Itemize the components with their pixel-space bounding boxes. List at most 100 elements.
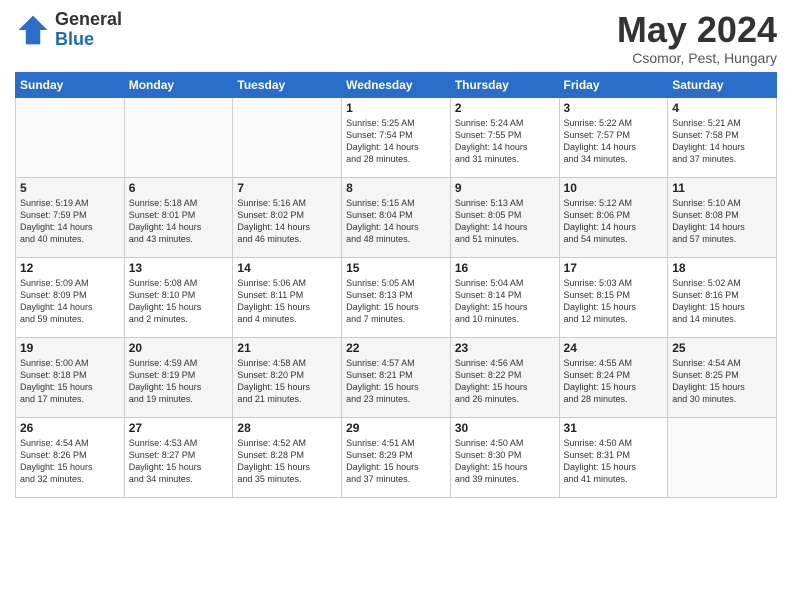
day-number: 19 [20, 341, 120, 355]
header-cell-tuesday: Tuesday [233, 72, 342, 97]
day-number: 23 [455, 341, 555, 355]
day-cell: 12 Sunrise: 5:09 AM Sunset: 8:09 PM Dayli… [16, 257, 125, 337]
day-cell: 15Sunrise: 5:05 AM Sunset: 8:13 PM Dayli… [342, 257, 451, 337]
header-cell-wednesday: Wednesday [342, 72, 451, 97]
header-cell-monday: Monday [124, 72, 233, 97]
day-cell [668, 417, 777, 497]
day-number: 3 [564, 101, 664, 115]
day-info: Sunrise: 5:10 AM Sunset: 8:08 PM Dayligh… [672, 197, 772, 246]
day-cell: 3Sunrise: 5:22 AM Sunset: 7:57 PM Daylig… [559, 97, 668, 177]
logo-general-text: General [55, 10, 122, 30]
day-number: 16 [455, 261, 555, 275]
day-cell: 9 Sunrise: 5:13 AM Sunset: 8:05 PM Daylig… [450, 177, 559, 257]
day-info: Sunrise: 5:16 AM Sunset: 8:02 PM Dayligh… [237, 197, 337, 246]
day-cell: 2 Sunrise: 5:24 AM Sunset: 7:55 PM Daylig… [450, 97, 559, 177]
day-cell: 16 Sunrise: 5:04 AM Sunset: 8:14 PM Dayli… [450, 257, 559, 337]
day-number: 29 [346, 421, 446, 435]
day-cell: 6 Sunrise: 5:18 AM Sunset: 8:01 PM Daylig… [124, 177, 233, 257]
day-info: Sunrise: 4:59 AM Sunset: 8:19 PM Dayligh… [129, 357, 229, 406]
day-cell [124, 97, 233, 177]
day-cell: 7 Sunrise: 5:16 AM Sunset: 8:02 PM Daylig… [233, 177, 342, 257]
day-number: 24 [564, 341, 664, 355]
day-info: Sunrise: 5:25 AM Sunset: 7:54 PM Dayligh… [346, 117, 446, 166]
day-cell: 28 Sunrise: 4:52 AM Sunset: 8:28 PM Dayli… [233, 417, 342, 497]
day-number: 1 [346, 101, 446, 115]
logo-text: General Blue [55, 10, 122, 50]
day-info: Sunrise: 4:56 AM Sunset: 8:22 PM Dayligh… [455, 357, 555, 406]
day-number: 10 [564, 181, 664, 195]
day-number: 25 [672, 341, 772, 355]
day-cell: 27Sunrise: 4:53 AM Sunset: 8:27 PM Dayli… [124, 417, 233, 497]
header-cell-sunday: Sunday [16, 72, 125, 97]
day-cell: 13 Sunrise: 5:08 AM Sunset: 8:10 PM Dayli… [124, 257, 233, 337]
day-info: Sunrise: 4:53 AM Sunset: 8:27 PM Dayligh… [129, 437, 229, 486]
calendar-table: SundayMondayTuesdayWednesdayThursdayFrid… [15, 72, 777, 498]
week-row-3: 19 Sunrise: 5:00 AM Sunset: 8:18 PM Dayli… [16, 337, 777, 417]
day-number: 7 [237, 181, 337, 195]
day-cell: 21Sunrise: 4:58 AM Sunset: 8:20 PM Dayli… [233, 337, 342, 417]
day-number: 9 [455, 181, 555, 195]
day-number: 18 [672, 261, 772, 275]
day-number: 4 [672, 101, 772, 115]
day-info: Sunrise: 5:00 AM Sunset: 8:18 PM Dayligh… [20, 357, 120, 406]
day-cell: 31 Sunrise: 4:50 AM Sunset: 8:31 PM Dayli… [559, 417, 668, 497]
day-info: Sunrise: 5:04 AM Sunset: 8:14 PM Dayligh… [455, 277, 555, 326]
day-info: Sunrise: 5:13 AM Sunset: 8:05 PM Dayligh… [455, 197, 555, 246]
day-cell: 18 Sunrise: 5:02 AM Sunset: 8:16 PM Dayli… [668, 257, 777, 337]
day-info: Sunrise: 5:09 AM Sunset: 8:09 PM Dayligh… [20, 277, 120, 326]
day-cell: 30Sunrise: 4:50 AM Sunset: 8:30 PM Dayli… [450, 417, 559, 497]
day-cell: 29 Sunrise: 4:51 AM Sunset: 8:29 PM Dayli… [342, 417, 451, 497]
day-cell [16, 97, 125, 177]
day-number: 20 [129, 341, 229, 355]
day-cell: 10 Sunrise: 5:12 AM Sunset: 8:06 PM Dayli… [559, 177, 668, 257]
day-info: Sunrise: 5:24 AM Sunset: 7:55 PM Dayligh… [455, 117, 555, 166]
header: General Blue May 2024 Csomor, Pest, Hung… [15, 10, 777, 66]
day-number: 31 [564, 421, 664, 435]
day-info: Sunrise: 4:50 AM Sunset: 8:31 PM Dayligh… [564, 437, 664, 486]
day-number: 6 [129, 181, 229, 195]
week-row-2: 12 Sunrise: 5:09 AM Sunset: 8:09 PM Dayli… [16, 257, 777, 337]
week-row-1: 5Sunrise: 5:19 AM Sunset: 7:59 PM Daylig… [16, 177, 777, 257]
day-info: Sunrise: 4:50 AM Sunset: 8:30 PM Dayligh… [455, 437, 555, 486]
day-number: 12 [20, 261, 120, 275]
day-cell: 25Sunrise: 4:54 AM Sunset: 8:25 PM Dayli… [668, 337, 777, 417]
header-cell-saturday: Saturday [668, 72, 777, 97]
week-row-4: 26Sunrise: 4:54 AM Sunset: 8:26 PM Dayli… [16, 417, 777, 497]
day-number: 28 [237, 421, 337, 435]
day-cell: 4Sunrise: 5:21 AM Sunset: 7:58 PM Daylig… [668, 97, 777, 177]
title-block: May 2024 Csomor, Pest, Hungary [617, 10, 777, 66]
day-info: Sunrise: 5:02 AM Sunset: 8:16 PM Dayligh… [672, 277, 772, 326]
logo-icon [15, 12, 51, 48]
day-info: Sunrise: 4:58 AM Sunset: 8:20 PM Dayligh… [237, 357, 337, 406]
logo-blue-text: Blue [55, 30, 122, 50]
day-cell: 1 Sunrise: 5:25 AM Sunset: 7:54 PM Daylig… [342, 97, 451, 177]
day-info: Sunrise: 4:52 AM Sunset: 8:28 PM Dayligh… [237, 437, 337, 486]
day-cell: 24 Sunrise: 4:55 AM Sunset: 8:24 PM Dayli… [559, 337, 668, 417]
day-info: Sunrise: 5:12 AM Sunset: 8:06 PM Dayligh… [564, 197, 664, 246]
day-cell: 20 Sunrise: 4:59 AM Sunset: 8:19 PM Dayli… [124, 337, 233, 417]
day-cell: 23 Sunrise: 4:56 AM Sunset: 8:22 PM Dayli… [450, 337, 559, 417]
calendar-body: 1 Sunrise: 5:25 AM Sunset: 7:54 PM Daylig… [16, 97, 777, 497]
day-info: Sunrise: 4:55 AM Sunset: 8:24 PM Dayligh… [564, 357, 664, 406]
day-number: 22 [346, 341, 446, 355]
day-cell: 26Sunrise: 4:54 AM Sunset: 8:26 PM Dayli… [16, 417, 125, 497]
day-number: 14 [237, 261, 337, 275]
day-info: Sunrise: 5:08 AM Sunset: 8:10 PM Dayligh… [129, 277, 229, 326]
day-info: Sunrise: 5:18 AM Sunset: 8:01 PM Dayligh… [129, 197, 229, 246]
calendar-header: SundayMondayTuesdayWednesdayThursdayFrid… [16, 72, 777, 97]
header-cell-thursday: Thursday [450, 72, 559, 97]
day-info: Sunrise: 5:15 AM Sunset: 8:04 PM Dayligh… [346, 197, 446, 246]
day-number: 15 [346, 261, 446, 275]
day-info: Sunrise: 5:03 AM Sunset: 8:15 PM Dayligh… [564, 277, 664, 326]
day-number: 13 [129, 261, 229, 275]
day-cell [233, 97, 342, 177]
calendar-subtitle: Csomor, Pest, Hungary [617, 50, 777, 66]
day-number: 5 [20, 181, 120, 195]
day-number: 2 [455, 101, 555, 115]
day-cell: 22 Sunrise: 4:57 AM Sunset: 8:21 PM Dayli… [342, 337, 451, 417]
day-cell: 17Sunrise: 5:03 AM Sunset: 8:15 PM Dayli… [559, 257, 668, 337]
day-info: Sunrise: 4:51 AM Sunset: 8:29 PM Dayligh… [346, 437, 446, 486]
day-number: 11 [672, 181, 772, 195]
header-cell-friday: Friday [559, 72, 668, 97]
day-info: Sunrise: 4:57 AM Sunset: 8:21 PM Dayligh… [346, 357, 446, 406]
